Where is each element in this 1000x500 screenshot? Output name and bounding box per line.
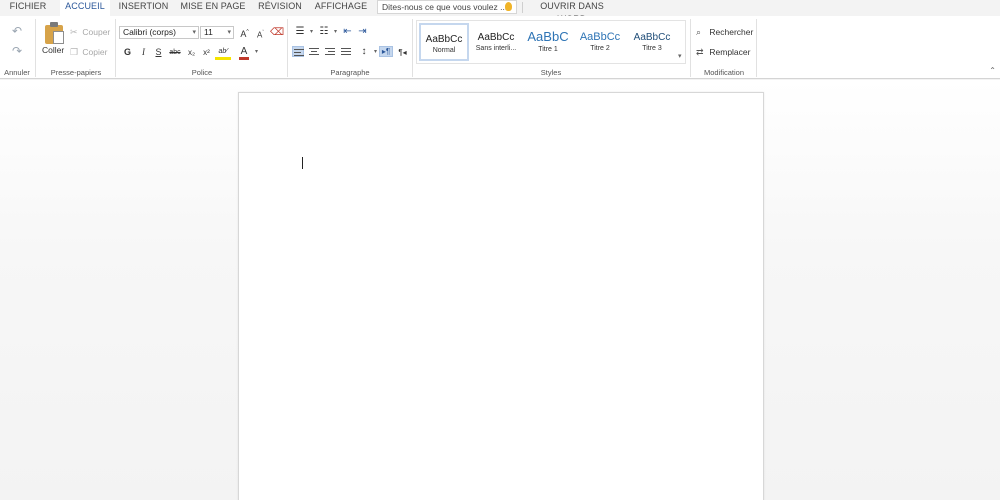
- line-spacing-icon[interactable]: ↕: [357, 46, 371, 57]
- style-heading-3[interactable]: AaBbCc Titre 3: [627, 23, 677, 61]
- chevron-down-icon[interactable]: ▾: [330, 27, 341, 38]
- document-page[interactable]: [238, 92, 764, 500]
- replace-icon: ⇄: [696, 47, 704, 57]
- tab-accueil[interactable]: ACCUEIL: [60, 0, 110, 17]
- highlight-button[interactable]: ab⁄: [215, 46, 231, 60]
- bold-button[interactable]: G: [122, 47, 133, 58]
- style-name: Sans interli...: [475, 45, 517, 52]
- font-group-label: Police: [191, 68, 213, 77]
- lightbulb-icon: [505, 2, 512, 11]
- replace-button[interactable]: ⇄ Remplacer: [696, 47, 750, 58]
- collapse-ribbon-icon[interactable]: ⌃: [989, 66, 996, 75]
- styles-group-label: Styles: [540, 68, 562, 77]
- sheet-icon: [53, 31, 64, 44]
- styles-gallery: AaBbCc Normal AaBbCc Sans interli... AaB…: [416, 20, 686, 64]
- tell-me-placeholder: Dites-nous ce que vous voulez ...: [382, 2, 508, 12]
- group-separator: [35, 19, 36, 77]
- paste-button[interactable]: [45, 22, 64, 44]
- style-name: Titre 3: [642, 45, 662, 52]
- decrease-indent-icon[interactable]: ⇤: [341, 26, 354, 37]
- font-size-select[interactable]: 11 ▾: [200, 26, 234, 39]
- tab-mise-en-page[interactable]: MISE EN PAGE: [180, 0, 246, 16]
- tab-revision[interactable]: RÉVISION: [254, 0, 306, 16]
- paragraph-group-label: Paragraphe: [330, 68, 370, 77]
- scissors-icon: ✂: [70, 27, 78, 37]
- italic-button[interactable]: I: [138, 47, 149, 58]
- style-heading-1[interactable]: AaBbC Titre 1: [523, 23, 573, 61]
- open-in-word-button[interactable]: OUVRIR DANS WORD: [526, 0, 618, 24]
- font-color-glyph: A: [240, 46, 248, 57]
- tab-affichage[interactable]: AFFICHAGE: [312, 0, 370, 16]
- editing-group-label: Modification: [703, 68, 745, 77]
- superscript-button[interactable]: x²: [201, 47, 212, 58]
- binoculars-icon: ⌕: [696, 27, 702, 37]
- cut-label: Couper: [82, 27, 111, 37]
- font-family-value: Calibri (corps): [123, 27, 176, 37]
- tab-insertion[interactable]: INSERTION: [116, 0, 171, 16]
- redo-icon[interactable]: ↷: [10, 45, 24, 57]
- clipboard-group-label: Presse-papiers: [50, 68, 102, 77]
- chevron-down-icon[interactable]: ▾: [251, 47, 262, 58]
- underline-button[interactable]: S: [153, 47, 164, 58]
- undo-icon[interactable]: ↶: [10, 25, 24, 37]
- tell-me-search[interactable]: Dites-nous ce que vous voulez ...: [377, 0, 517, 14]
- group-separator: [756, 19, 757, 77]
- style-normal[interactable]: AaBbCc Normal: [419, 23, 469, 61]
- style-sample: AaBbC: [527, 29, 569, 44]
- align-center-icon[interactable]: [308, 46, 320, 57]
- clear-formatting-icon[interactable]: ⌫: [270, 27, 284, 38]
- style-sample: AaBbCc: [633, 32, 671, 43]
- style-sample: AaBbCc: [579, 31, 621, 43]
- find-label: Rechercher: [709, 27, 754, 37]
- strikethrough-button[interactable]: abc: [168, 47, 182, 58]
- tab-separator: [522, 2, 523, 13]
- clip-icon: [50, 22, 58, 27]
- find-button[interactable]: ⌕ Rechercher: [696, 27, 753, 38]
- styles-more-icon[interactable]: ▾: [678, 52, 682, 60]
- style-name: Titre 2: [590, 45, 610, 52]
- style-sample: AaBbCc: [425, 34, 463, 45]
- chevron-down-icon: ▾: [192, 29, 196, 36]
- style-sample: AaBbCc: [477, 32, 515, 43]
- font-color-button[interactable]: A: [239, 46, 249, 60]
- tab-fichier[interactable]: FICHIER: [4, 0, 52, 16]
- rtl-direction-icon[interactable]: ¶◂: [396, 47, 409, 58]
- copy-icon: ❐: [70, 47, 79, 57]
- highlight-glyph: ab⁄: [218, 48, 228, 55]
- justify-icon[interactable]: [340, 46, 352, 57]
- group-separator: [690, 19, 691, 77]
- font-size-value: 11: [204, 27, 213, 37]
- font-family-select[interactable]: Calibri (corps) ▾: [119, 26, 199, 39]
- grow-font-icon[interactable]: A^: [239, 27, 250, 40]
- text-cursor: [302, 157, 303, 169]
- align-left-icon[interactable]: [292, 46, 304, 57]
- numbering-icon[interactable]: ☷: [317, 26, 331, 37]
- shrink-font-icon[interactable]: Aˇ: [255, 28, 266, 41]
- ribbon: ↶ ↷ Annuler Coller ✂ Couper ❐ Copier Pre…: [0, 16, 1000, 79]
- cut-button[interactable]: ✂ Couper: [70, 27, 110, 38]
- document-canvas[interactable]: [0, 80, 1000, 500]
- chevron-down-icon[interactable]: ▾: [306, 27, 317, 38]
- style-heading-2[interactable]: AaBbCc Titre 2: [575, 23, 625, 61]
- style-no-spacing[interactable]: AaBbCc Sans interli...: [471, 23, 521, 61]
- group-separator: [115, 19, 116, 77]
- paste-label[interactable]: Coller: [42, 45, 64, 55]
- group-separator: [412, 19, 413, 77]
- undo-group-label: Annuler: [4, 68, 30, 77]
- group-separator: [287, 19, 288, 77]
- chevron-down-icon: ▾: [227, 29, 231, 36]
- copy-button[interactable]: ❐ Copier: [70, 47, 107, 58]
- subscript-button[interactable]: x₂: [186, 47, 197, 58]
- bullets-icon[interactable]: ☰: [293, 26, 307, 37]
- ltr-direction-icon[interactable]: ▸¶: [379, 46, 393, 57]
- ribbon-tab-bar: FICHIER ACCUEIL INSERTION MISE EN PAGE R…: [0, 0, 1000, 24]
- increase-indent-icon[interactable]: ⇥: [356, 26, 369, 37]
- copy-label: Copier: [82, 47, 108, 57]
- style-name: Normal: [432, 47, 456, 54]
- align-right-icon[interactable]: [324, 46, 336, 57]
- replace-label: Remplacer: [709, 47, 751, 57]
- style-name: Titre 1: [538, 46, 558, 53]
